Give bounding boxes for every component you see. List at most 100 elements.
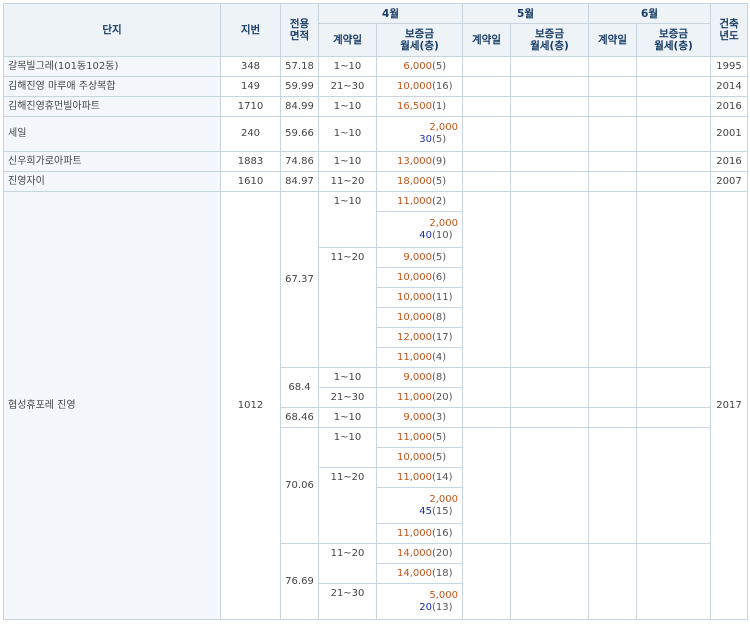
floor-value: (5) (432, 60, 447, 72)
area-value: 74.86 (280, 151, 319, 172)
area-value: 68.46 (280, 407, 319, 428)
deposit-value: 14,000 (397, 567, 432, 579)
empty-cell (588, 76, 637, 97)
lot-number: 1883 (220, 151, 281, 172)
price-cell: 9,000 (8) (376, 367, 463, 388)
floor-value: (11) (432, 291, 453, 303)
empty-cell (636, 427, 711, 544)
empty-cell (588, 116, 637, 152)
complex-name: 협성휴포레 진영 (3, 191, 221, 620)
deposit-value: 11,000 (397, 471, 432, 483)
price-cell: 2,000 45 (15) (376, 487, 463, 524)
price-cell: 10,000 (8) (376, 307, 463, 328)
monthly-rent-value: 40 (419, 229, 432, 241)
table-row: 김해진영휴먼빌아파트 1710 84.99 1~10 16,500 (1) 2016 (3, 96, 748, 117)
empty-cell (510, 407, 589, 428)
price-cell: 12,000 (17) (376, 327, 463, 348)
price-cell: 11,000 (2) (376, 191, 463, 212)
floor-value: (2) (432, 195, 447, 207)
price-line: 14,000 (20) (377, 548, 458, 560)
deposit-value: 2,000 (429, 122, 458, 133)
price-line: 16,500 (1) (377, 101, 458, 113)
contract-day: 21~30 (318, 583, 377, 620)
price-cell: 10,000 (6) (376, 267, 463, 288)
empty-cell (636, 56, 711, 77)
floor-value: (9) (432, 155, 447, 167)
monthly-rent-value: 30 (419, 134, 432, 145)
price-line: 11,000 (16) (377, 528, 458, 540)
contract-day: 1~10 (318, 407, 377, 428)
price-cell: 10,000 (11) (376, 287, 463, 308)
header-month-6: 6월 (588, 3, 711, 24)
empty-cell (588, 56, 637, 77)
area-value: 76.69 (280, 543, 319, 620)
contract-day: 1~10 (318, 427, 377, 468)
empty-cell (588, 407, 637, 428)
complex-name: 세일 (3, 116, 221, 152)
floor-value: (5) (432, 251, 447, 263)
empty-cell (510, 116, 589, 152)
area-value: 59.66 (280, 116, 319, 152)
empty-cell (636, 96, 711, 117)
price-line: 11,000 (4) (377, 352, 458, 364)
built-year: 2001 (710, 116, 748, 152)
empty-cell (510, 543, 589, 620)
floor-value: (3) (432, 411, 447, 423)
floor-value: (6) (432, 271, 447, 283)
lot-number: 348 (220, 56, 281, 77)
lot-number: 1710 (220, 96, 281, 117)
empty-cell (510, 56, 589, 77)
deposit-value: 10,000 (397, 451, 432, 463)
floor-value: (18) (432, 567, 453, 579)
price-cell: 6,000 (5) (376, 56, 463, 77)
price-cell: 11,000 (14) (376, 467, 463, 488)
empty-cell (510, 427, 589, 544)
header-contract-day: 계약일 (588, 23, 637, 57)
empty-cell (636, 407, 711, 428)
empty-cell (636, 171, 711, 192)
empty-cell (588, 427, 637, 544)
price-line: 9,000 (3) (377, 412, 458, 424)
floor-value: (1) (432, 100, 447, 112)
price-cell: 14,000 (20) (376, 543, 463, 564)
header-month-4: 4월 (318, 3, 463, 24)
complex-name: 진영자이 (3, 171, 221, 192)
empty-cell (636, 191, 711, 368)
price-cell: 11,000 (4) (376, 347, 463, 368)
lot-number: 1012 (220, 191, 281, 620)
empty-cell (636, 367, 711, 408)
area-value: 84.99 (280, 96, 319, 117)
rent-line: 45 (15) (419, 506, 458, 518)
empty-cell (636, 151, 711, 172)
built-year: 2017 (710, 191, 748, 620)
floor-value: (5) (432, 451, 447, 463)
complex-name: 신우희가로아파트 (3, 151, 221, 172)
contract-day: 1~10 (318, 151, 377, 172)
price-line: 13,000 (9) (377, 156, 458, 168)
complex-name: 갈목빌그레(101동102동) (3, 56, 221, 77)
price-line: 9,000 (8) (377, 372, 458, 384)
table-row: 갈목빌그레(101동102동) 348 57.18 1~10 6,000 (5) 1995 (3, 56, 748, 77)
price-line: 11,000 (20) (377, 392, 458, 404)
deposit-value: 9,000 (403, 251, 432, 263)
header-month-5: 5월 (462, 3, 589, 24)
lot-number: 149 (220, 76, 281, 97)
deposit-value: 5,000 (429, 589, 458, 601)
contract-day: 11~20 (318, 171, 377, 192)
monthly-rent-value: 45 (419, 505, 432, 517)
price-stack: 2,000 40 (10) (377, 218, 458, 242)
area-value: 68.4 (280, 367, 319, 408)
empty-cell (462, 151, 511, 172)
header-area: 전용 면적 (280, 3, 319, 57)
empty-cell (462, 96, 511, 117)
deposit-value: 2,000 (429, 493, 458, 505)
price-cell: 5,000 20 (13) (376, 583, 463, 620)
header-complex: 단지 (3, 3, 221, 57)
price-line: 6,000 (5) (377, 61, 458, 73)
built-year: 2016 (710, 96, 748, 117)
empty-cell (636, 76, 711, 97)
built-year: 2014 (710, 76, 748, 97)
price-line: 11,000 (5) (377, 432, 458, 444)
floor-value: (15) (432, 505, 453, 517)
deposit-value: 14,000 (397, 547, 432, 559)
